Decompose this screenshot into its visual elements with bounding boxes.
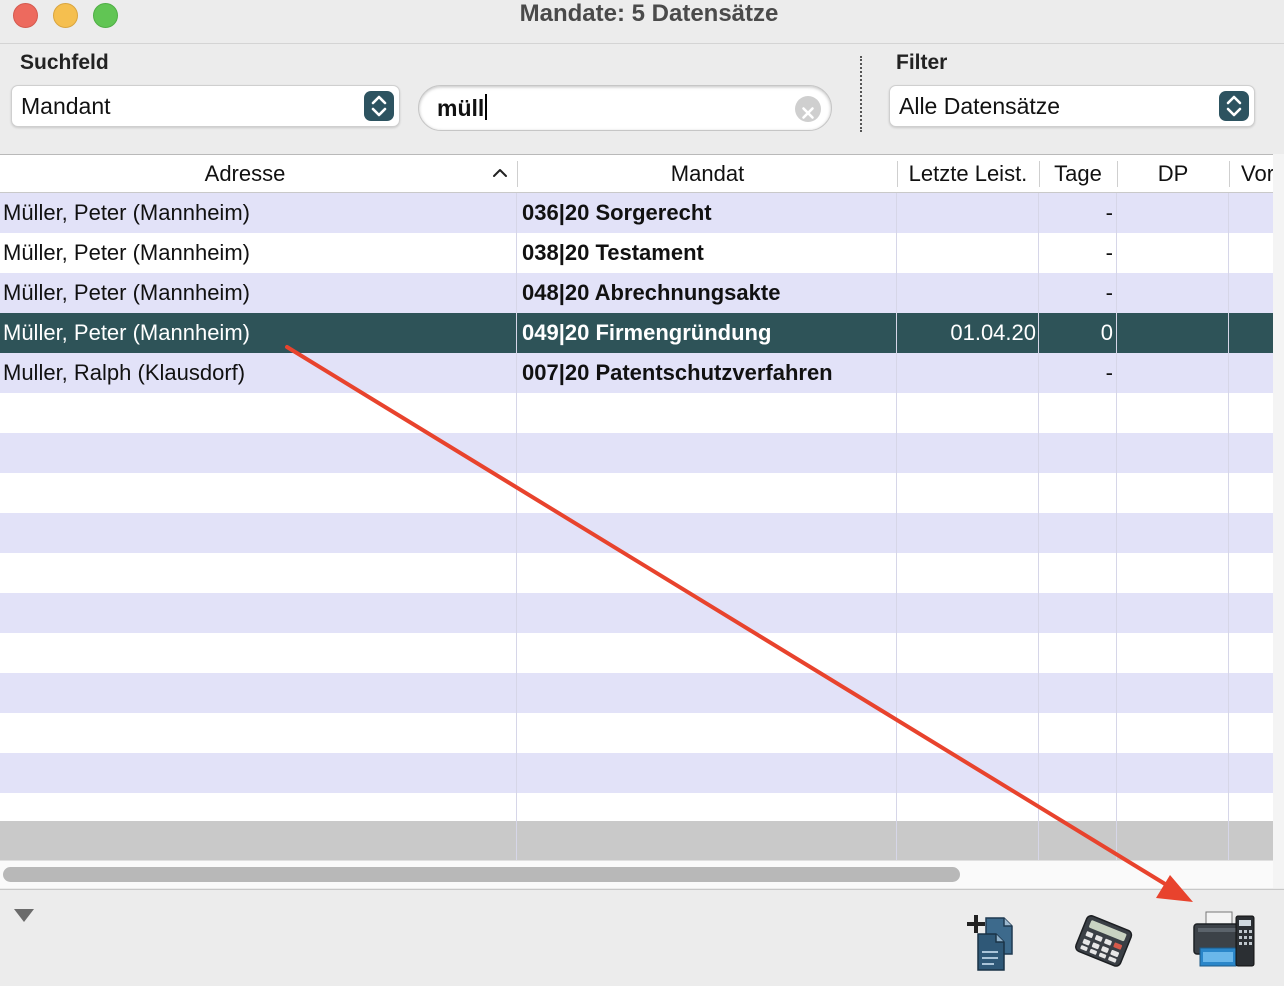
cell-adresse: Müller, Peter (Mannheim) bbox=[3, 320, 250, 345]
horizontal-scrollbar[interactable] bbox=[0, 860, 1273, 888]
title-bar: Mandate: 5 Datensätze bbox=[0, 0, 1284, 44]
cell-adresse: Müller, Peter (Mannheim) bbox=[3, 200, 250, 225]
empty-row bbox=[0, 753, 1273, 793]
empty-row bbox=[0, 713, 1273, 753]
empty-row bbox=[0, 433, 1273, 473]
text-cursor bbox=[485, 94, 488, 120]
cell-mandat: 048|20 Abrechnungsakte bbox=[522, 280, 781, 305]
clear-search-icon[interactable] bbox=[795, 96, 821, 122]
table-row[interactable]: Müller, Peter (Mannheim) 036|20 Sorgerec… bbox=[0, 193, 1273, 233]
column-gridline bbox=[1038, 193, 1039, 860]
search-input[interactable]: müll bbox=[418, 85, 832, 131]
empty-row bbox=[0, 553, 1273, 593]
calculator-icon[interactable] bbox=[1072, 908, 1136, 972]
column-header-letzte-leist[interactable]: Letzte Leist. bbox=[898, 155, 1038, 193]
column-header-dp[interactable]: DP bbox=[1118, 155, 1228, 193]
select-stepper-icon bbox=[364, 91, 394, 121]
search-query-text: müll bbox=[437, 95, 485, 121]
column-header-vor[interactable]: Vor bbox=[1230, 155, 1274, 193]
table-row[interactable]: Müller, Peter (Mannheim) 048|20 Abrechnu… bbox=[0, 273, 1273, 313]
cell-tage: - bbox=[1105, 280, 1113, 305]
cell-letzte-leist bbox=[898, 193, 1036, 233]
column-gridline bbox=[1116, 193, 1117, 860]
cell-letzte-leist bbox=[898, 353, 1036, 393]
cell-letzte-leist bbox=[898, 233, 1036, 273]
table-row[interactable]: Müller, Peter (Mannheim) 038|20 Testamen… bbox=[0, 233, 1273, 273]
cell-mandat: 036|20 Sorgerecht bbox=[522, 200, 712, 225]
empty-row bbox=[0, 633, 1273, 673]
select-stepper-icon bbox=[1219, 91, 1249, 121]
vertical-scroll-gutter bbox=[1273, 154, 1284, 888]
search-field-label: Suchfeld bbox=[20, 51, 109, 74]
column-gridline bbox=[1228, 193, 1229, 860]
column-gridline bbox=[896, 193, 897, 860]
cell-tage: - bbox=[1105, 240, 1113, 265]
empty-row bbox=[0, 593, 1273, 633]
cell-tage: - bbox=[1105, 360, 1113, 385]
empty-row bbox=[0, 673, 1273, 713]
filter-label: Filter bbox=[896, 51, 948, 74]
printer-icon[interactable] bbox=[1192, 908, 1256, 972]
filter-value: Alle Datensätze bbox=[899, 93, 1061, 119]
bottom-toolbar bbox=[0, 889, 1284, 986]
cell-tage: 0 bbox=[1100, 320, 1113, 345]
new-document-icon[interactable] bbox=[964, 908, 1028, 972]
cell-letzte-leist bbox=[898, 273, 1036, 313]
cell-letzte-leist: 01.04.20 bbox=[950, 320, 1036, 345]
window-title: Mandate: 5 Datensätze bbox=[519, 0, 779, 27]
search-field-select[interactable]: Mandant bbox=[11, 85, 400, 127]
disclosure-triangle-icon[interactable] bbox=[13, 907, 35, 923]
column-header-tage[interactable]: Tage bbox=[1040, 155, 1116, 193]
empty-row bbox=[0, 793, 1273, 821]
filter-select[interactable]: Alle Datensätze bbox=[889, 85, 1255, 127]
table-footer-row bbox=[0, 821, 1273, 860]
cell-mandat: 049|20 Firmengründung bbox=[522, 320, 772, 345]
search-field-value: Mandant bbox=[21, 93, 111, 119]
column-gridline bbox=[516, 193, 517, 860]
table-header: Adresse Mandat Letzte Leist. Tage DP Vor bbox=[0, 154, 1274, 193]
empty-row bbox=[0, 393, 1273, 433]
cell-adresse: Muller, Ralph (Klausdorf) bbox=[3, 360, 246, 385]
empty-row bbox=[0, 513, 1273, 553]
cell-adresse: Müller, Peter (Mannheim) bbox=[3, 280, 250, 305]
toolbar-divider bbox=[860, 56, 862, 132]
mandate-table: Adresse Mandat Letzte Leist. Tage DP Vor… bbox=[0, 154, 1274, 860]
horizontal-scroll-thumb[interactable] bbox=[3, 867, 960, 882]
column-header-mandat[interactable]: Mandat bbox=[518, 155, 897, 193]
cell-tage: - bbox=[1105, 200, 1113, 225]
table-row[interactable]: Muller, Ralph (Klausdorf) 007|20 Patents… bbox=[0, 353, 1273, 393]
sort-ascending-icon bbox=[493, 169, 507, 177]
cell-adresse: Müller, Peter (Mannheim) bbox=[3, 240, 250, 265]
table-row-selected[interactable]: Müller, Peter (Mannheim) 049|20 Firmengr… bbox=[0, 313, 1273, 353]
column-header-adresse[interactable]: Adresse bbox=[0, 155, 490, 193]
empty-row bbox=[0, 473, 1273, 513]
cell-mandat: 007|20 Patentschutzverfahren bbox=[522, 360, 833, 385]
cell-mandat: 038|20 Testament bbox=[522, 240, 704, 265]
